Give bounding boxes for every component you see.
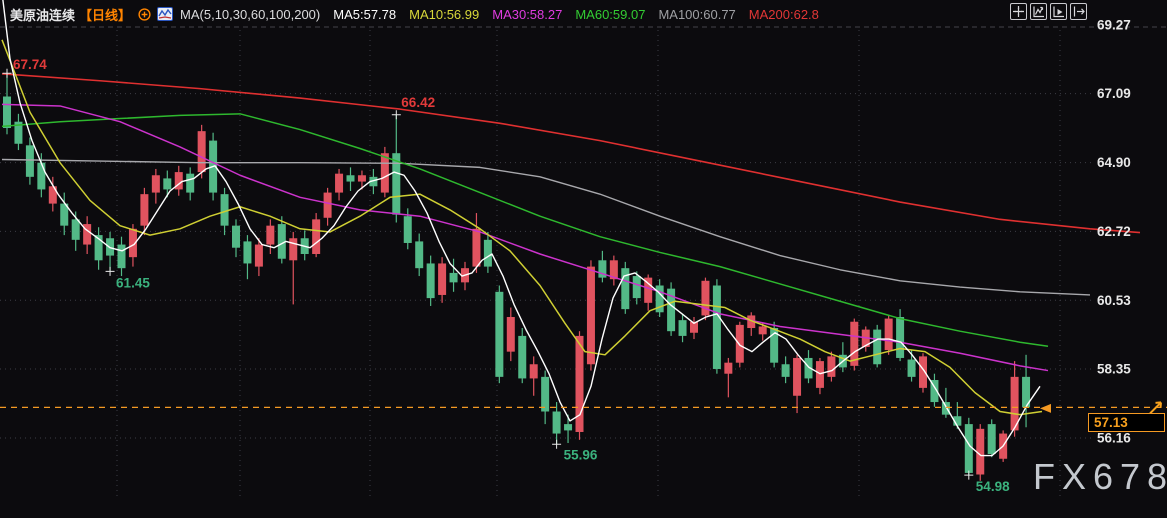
- y-axis-tick: 62.72: [1097, 224, 1131, 239]
- candle-body: [724, 363, 732, 374]
- crosshair-move-icon[interactable]: [1010, 3, 1027, 20]
- candle-body: [266, 226, 274, 245]
- candle-body: [438, 263, 446, 295]
- candle-body: [427, 263, 435, 298]
- ma-line-MA60: [2, 114, 1048, 346]
- candle-body: [289, 238, 297, 260]
- candle-body: [3, 97, 11, 129]
- candle-body: [885, 319, 893, 351]
- candle-body: [495, 292, 503, 377]
- candle-body: [152, 175, 160, 192]
- candle-body: [816, 361, 824, 388]
- ma-line-MA5: [2, 0, 1040, 456]
- indicator-peak-icon[interactable]: [1030, 3, 1047, 20]
- candle-body: [163, 178, 171, 189]
- candle-body: [37, 163, 45, 190]
- candle-body: [782, 364, 790, 377]
- y-axis-tick: 67.09: [1097, 86, 1131, 101]
- candle-body: [198, 131, 206, 172]
- candle-body: [335, 174, 343, 193]
- price-annotation: 66.42: [401, 95, 435, 110]
- y-axis-tick: 58.35: [1097, 361, 1131, 376]
- candle-body: [587, 267, 595, 365]
- y-axis-tick: 60.53: [1097, 293, 1131, 308]
- candle-body: [472, 229, 480, 267]
- candle-body: [518, 336, 526, 379]
- mini-chart-icon[interactable]: [157, 7, 173, 21]
- candle-body: [564, 424, 572, 430]
- candle-body: [221, 194, 229, 226]
- candle-body: [576, 336, 584, 432]
- indicator-play-icon[interactable]: [1050, 3, 1067, 20]
- chart-header: 美原油连续 【日线】 MA(5,10,30,60,100,200) MA5:57…: [10, 4, 819, 24]
- candle-body: [347, 175, 355, 181]
- candle-body: [530, 364, 538, 378]
- candle-body: [358, 175, 366, 181]
- ma5-value: MA5:57.78: [333, 7, 396, 22]
- y-axis-tick: 64.90: [1097, 155, 1131, 170]
- candle-body: [942, 402, 950, 415]
- candle-body: [312, 219, 320, 254]
- candle-body: [140, 194, 148, 226]
- extreme-cross-marker: [392, 110, 401, 119]
- period-label[interactable]: 【日线】: [79, 5, 131, 24]
- ma10-value: MA10:56.99: [409, 7, 479, 22]
- candle-body: [381, 153, 389, 192]
- candle-body: [243, 241, 251, 263]
- exit-right-icon[interactable]: [1070, 3, 1087, 20]
- candle-body: [988, 424, 996, 454]
- candle-body: [118, 245, 126, 269]
- candle-body: [26, 145, 34, 177]
- price-annotation: 55.96: [564, 447, 598, 462]
- candle-body: [232, 226, 240, 248]
- candle-body: [255, 245, 263, 267]
- price-annotation: 54.98: [976, 479, 1010, 494]
- candle-body: [415, 241, 423, 268]
- candle-body: [633, 276, 641, 298]
- current-price-label: 57.13: [1088, 413, 1165, 432]
- watermark: FX678: [1033, 456, 1167, 498]
- ma-line-MA200: [2, 74, 1140, 233]
- price-annotation: 67.74: [13, 57, 47, 72]
- candle-body: [908, 360, 916, 377]
- candle-body: [759, 326, 767, 334]
- candle-body: [72, 219, 80, 239]
- ma100-value: MA100:60.77: [658, 7, 735, 22]
- ma200-value: MA200:62.8: [749, 7, 819, 22]
- chart-toolbar: [1010, 3, 1087, 20]
- candle-body: [896, 317, 904, 358]
- candle-body: [507, 317, 515, 352]
- extreme-cross-marker: [3, 69, 12, 78]
- ma60-value: MA60:59.07: [575, 7, 645, 22]
- candle-body: [679, 320, 687, 336]
- candle-body: [541, 377, 549, 412]
- candle-body: [736, 325, 744, 363]
- candle-body: [873, 330, 881, 365]
- ma-group-label: MA(5,10,30,60,100,200): [180, 7, 320, 22]
- candle-body: [965, 424, 973, 473]
- candle-body: [484, 240, 492, 267]
- ma30-value: MA30:58.27: [492, 7, 562, 22]
- y-axis-tick: 56.16: [1097, 430, 1131, 445]
- candle-body: [793, 358, 801, 396]
- candle-body: [827, 356, 835, 376]
- circle-plus-icon[interactable]: [138, 8, 151, 21]
- candle-body: [404, 216, 412, 243]
- candle-body: [713, 286, 721, 369]
- candle-body: [186, 174, 194, 193]
- candle-body: [324, 193, 332, 218]
- extreme-cross-marker: [552, 440, 561, 449]
- extreme-cross-marker: [106, 267, 115, 276]
- candle-body: [553, 412, 561, 434]
- candlestick-chart[interactable]: 67.74 66.42 61.45 55.96 54.98 69.27 67.09 64.90…: [0, 0, 1167, 518]
- candle-body: [450, 273, 458, 282]
- y-axis-tick: 69.27: [1097, 18, 1131, 33]
- symbol-name[interactable]: 美原油连续: [10, 5, 75, 24]
- price-annotation: 61.45: [116, 275, 150, 290]
